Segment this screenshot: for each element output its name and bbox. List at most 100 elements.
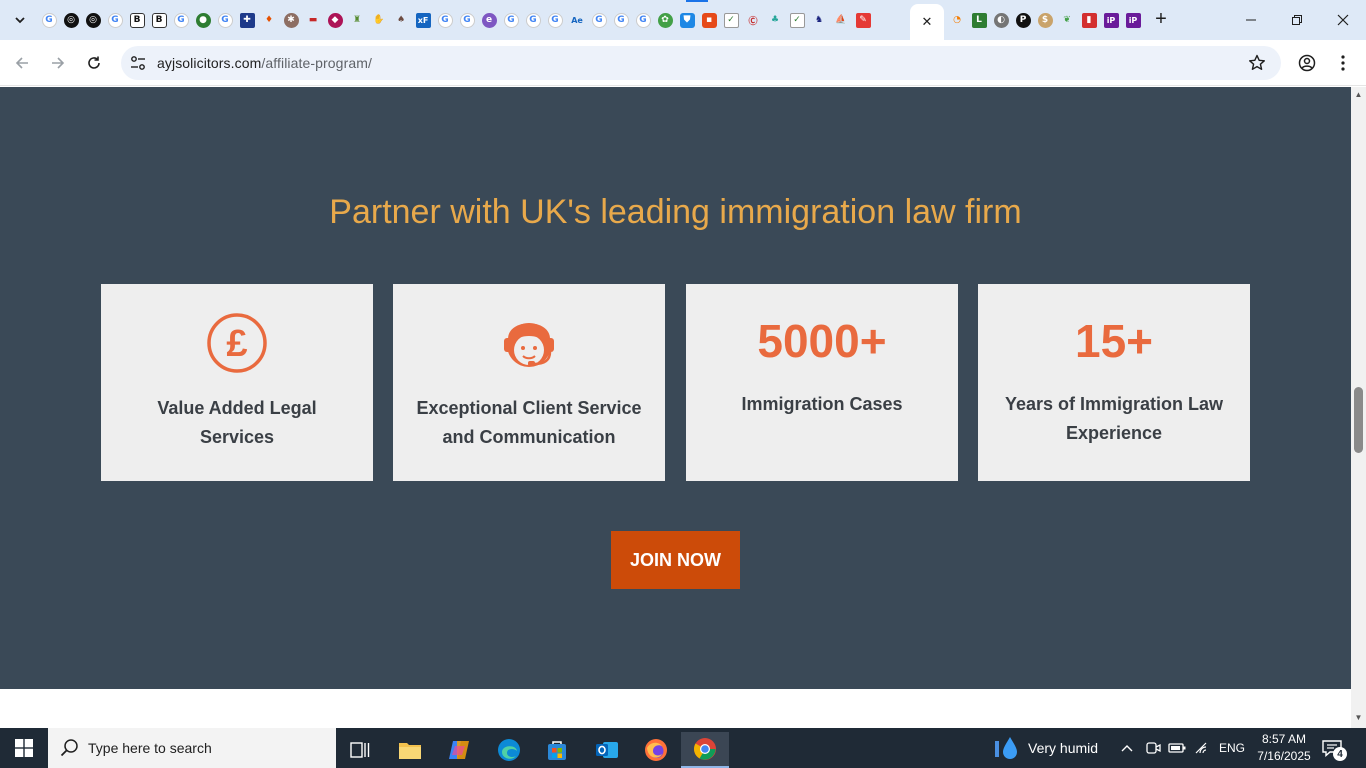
notification-center-button[interactable]: 4	[1322, 728, 1347, 768]
tab-p[interactable]: P	[1012, 9, 1034, 31]
url-text[interactable]: ayjsolicitors.com/affiliate-program/	[157, 55, 372, 71]
tab-google-3[interactable]: G	[170, 9, 192, 31]
taskbar-store[interactable]	[533, 732, 581, 768]
tray-battery-button[interactable]	[1168, 728, 1186, 768]
firefox-icon	[645, 739, 667, 761]
taskbar-firefox[interactable]	[632, 732, 680, 768]
tab-shield[interactable]: ⛊	[676, 9, 698, 31]
l-favicon-icon: L	[971, 12, 987, 28]
site-settings-icon[interactable]	[129, 54, 147, 72]
tab-orange[interactable]: ▪	[698, 9, 720, 31]
tab-check-2[interactable]: ✓	[786, 9, 808, 31]
tab-google-6[interactable]: G	[456, 9, 478, 31]
tab-pineapple[interactable]: ♠	[390, 9, 412, 31]
tab-google-7[interactable]: G	[500, 9, 522, 31]
tab-boat[interactable]: ⛵	[830, 9, 852, 31]
tab-google-9[interactable]: G	[544, 9, 566, 31]
tab-chart[interactable]: ◔	[946, 9, 968, 31]
tab-openai[interactable]: ◎	[60, 9, 82, 31]
tray-meet-button[interactable]	[1145, 728, 1161, 768]
new-tab-button[interactable]: +	[1150, 8, 1172, 30]
tray-language[interactable]: ENG	[1219, 728, 1245, 768]
tab-elephant[interactable]: ♞	[808, 9, 830, 31]
feature-card-client-service: Exceptional Client Service and Communica…	[393, 284, 665, 481]
start-button[interactable]	[0, 728, 48, 768]
page-scrollbar[interactable]: ▲ ▼	[1351, 87, 1366, 728]
taskbar-chrome[interactable]	[681, 732, 729, 768]
taskbar-copilot[interactable]	[435, 732, 483, 768]
tab-pdf[interactable]: ✎	[852, 9, 874, 31]
active-tab[interactable]: ✕	[910, 4, 944, 40]
reload-button[interactable]	[82, 51, 106, 75]
tray-network-button[interactable]	[1194, 728, 1210, 768]
taskbar-file-explorer[interactable]	[386, 732, 434, 768]
tab-green[interactable]: ●	[192, 9, 214, 31]
tab-globe[interactable]: ✿	[654, 9, 676, 31]
close-window-button[interactable]	[1320, 0, 1366, 40]
tab-b[interactable]: B	[126, 9, 148, 31]
tray-clock[interactable]: 8:57 AM 7/16/2025	[1254, 728, 1314, 768]
forward-button[interactable]	[46, 51, 70, 75]
tab-google-8[interactable]: G	[522, 9, 544, 31]
tab-butterfly[interactable]: ❦	[1056, 9, 1078, 31]
tab-xf[interactable]: xF	[412, 9, 434, 31]
pink-favicon-icon: ◆	[327, 12, 343, 28]
tab-google[interactable]: G	[38, 9, 60, 31]
tab-uk[interactable]: ✚	[236, 9, 258, 31]
back-button[interactable]	[10, 51, 34, 75]
camera-icon	[1146, 742, 1161, 754]
address-bar[interactable]: ayjsolicitors.com/affiliate-program/	[121, 46, 1281, 80]
scroll-down-icon[interactable]: ▼	[1354, 714, 1363, 722]
tab-gold[interactable]: $	[1034, 9, 1056, 31]
tab-openai-2[interactable]: ◎	[82, 9, 104, 31]
arrow-right-icon	[52, 57, 65, 69]
tab-google-10[interactable]: G	[588, 9, 610, 31]
weather-widget[interactable]: Very humid	[992, 728, 1098, 768]
tab-bee[interactable]: ✱	[280, 9, 302, 31]
tab-e[interactable]: e	[478, 9, 500, 31]
join-now-button[interactable]: JOIN NOW	[611, 531, 740, 589]
check-favicon-icon: ✓	[789, 12, 805, 28]
tab-red-bar[interactable]: ▬	[302, 9, 324, 31]
tab-red-c[interactable]: Ⓒ	[742, 9, 764, 31]
task-view-button[interactable]	[336, 732, 384, 768]
show-hidden-icons-button[interactable]	[1120, 728, 1134, 768]
tab-fire[interactable]: ♦	[258, 9, 280, 31]
taskbar-outlook[interactable]	[583, 732, 631, 768]
scrollbar-thumb[interactable]	[1354, 387, 1363, 453]
fire-favicon-icon: ♦	[264, 15, 274, 25]
tab-grey[interactable]: ◐	[990, 9, 1012, 31]
tab-l[interactable]: L	[968, 9, 990, 31]
tab-search-button[interactable]	[8, 8, 32, 32]
tab-ip[interactable]: iP	[1100, 9, 1122, 31]
profile-button[interactable]	[1295, 51, 1319, 75]
bookmark-star-icon[interactable]	[1247, 53, 1267, 73]
ip-favicon-icon: iP	[1125, 12, 1141, 28]
ip-favicon-icon: iP	[1103, 12, 1119, 28]
taskbar-edge[interactable]	[485, 732, 533, 768]
tab-google-12[interactable]: G	[632, 9, 654, 31]
browser-menu-button[interactable]	[1331, 51, 1355, 75]
tab-trophy[interactable]: ♜	[346, 9, 368, 31]
chart-favicon-icon: ◔	[953, 15, 961, 25]
card-label: Exceptional Client Service and Communica…	[393, 394, 665, 452]
shield-favicon-icon: ⛊	[679, 12, 695, 28]
tab-pink[interactable]: ◆	[324, 9, 346, 31]
tab-hand[interactable]: ✋	[368, 9, 390, 31]
scroll-up-icon[interactable]: ▲	[1354, 91, 1363, 99]
minimize-button[interactable]	[1228, 0, 1274, 40]
tab-cat[interactable]: ♣	[764, 9, 786, 31]
pineapple-favicon-icon: ♠	[396, 15, 406, 25]
tab-b-2[interactable]: B	[148, 9, 170, 31]
tab-close-icon[interactable]: ✕	[922, 14, 933, 30]
tab-google-11[interactable]: G	[610, 9, 632, 31]
tab-red-book[interactable]: ▮	[1078, 9, 1100, 31]
tab-ae[interactable]: Ae	[566, 9, 588, 31]
restore-button[interactable]	[1274, 0, 1320, 40]
taskbar-search-box[interactable]: Type here to search	[48, 728, 336, 768]
tab-google-5[interactable]: G	[434, 9, 456, 31]
tab-google-4[interactable]: G	[214, 9, 236, 31]
tab-ip-2[interactable]: iP	[1122, 9, 1144, 31]
tab-google-2[interactable]: G	[104, 9, 126, 31]
tab-check[interactable]: ✓	[720, 9, 742, 31]
